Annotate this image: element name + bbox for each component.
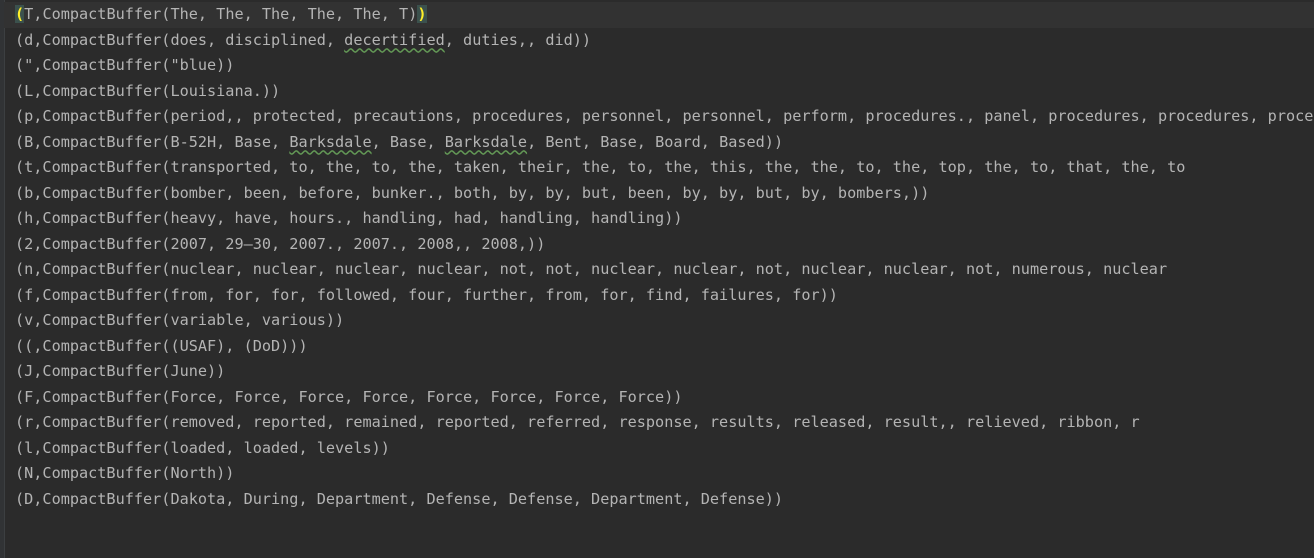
code-line[interactable]: (b,CompactBuffer(bomber, been, before, b… xyxy=(15,181,1314,207)
code-line[interactable]: (l,CompactBuffer(loaded, loaded, levels)… xyxy=(15,436,1314,462)
spelling-warning: Barksdale xyxy=(289,132,372,151)
code-line[interactable]: (N,CompactBuffer(North)) xyxy=(15,461,1314,487)
code-line[interactable]: (B,CompactBuffer(B-52H, Base, Barksdale,… xyxy=(15,130,1314,156)
code-line[interactable]: (d,CompactBuffer(does, disciplined, dece… xyxy=(15,28,1314,54)
code-editor[interactable]: (T,CompactBuffer(The, The, The, The, The… xyxy=(0,0,1314,558)
code-line[interactable]: (D,CompactBuffer(Dakota, During, Departm… xyxy=(15,487,1314,513)
spelling-warning: decertified xyxy=(344,30,445,49)
code-line[interactable]: (",CompactBuffer("blue)) xyxy=(15,53,1314,79)
editor-gutter xyxy=(0,0,5,558)
code-line[interactable]: (n,CompactBuffer(nuclear, nuclear, nucle… xyxy=(15,257,1314,283)
code-line[interactable]: (L,CompactBuffer(Louisiana.)) xyxy=(15,79,1314,105)
matched-paren-open: ( xyxy=(15,5,25,23)
code-lines: (T,CompactBuffer(The, The, The, The, The… xyxy=(4,2,1314,513)
code-line[interactable]: (2,CompactBuffer(2007, 29–30, 2007., 200… xyxy=(15,232,1314,258)
code-line[interactable]: (t,CompactBuffer(transported, to, the, t… xyxy=(15,155,1314,181)
code-line[interactable]: ((,CompactBuffer((USAF), (DoD))) xyxy=(15,334,1314,360)
code-line[interactable]: (J,CompactBuffer(June)) xyxy=(15,359,1314,385)
code-line[interactable]: (f,CompactBuffer(from, for, for, followe… xyxy=(15,283,1314,309)
matched-paren-close: ) xyxy=(417,5,427,23)
code-line[interactable]: (h,CompactBuffer(heavy, have, hours., ha… xyxy=(15,206,1314,232)
code-line[interactable]: (r,CompactBuffer(removed, reported, rema… xyxy=(15,410,1314,436)
code-line[interactable]: (F,CompactBuffer(Force, Force, Force, Fo… xyxy=(15,385,1314,411)
code-line[interactable]: (T,CompactBuffer(The, The, The, The, The… xyxy=(4,2,1314,28)
code-line[interactable]: (p,CompactBuffer(period,, protected, pre… xyxy=(15,104,1314,130)
code-line[interactable]: (v,CompactBuffer(variable, various)) xyxy=(15,308,1314,334)
spelling-warning: Barksdale xyxy=(444,132,528,151)
